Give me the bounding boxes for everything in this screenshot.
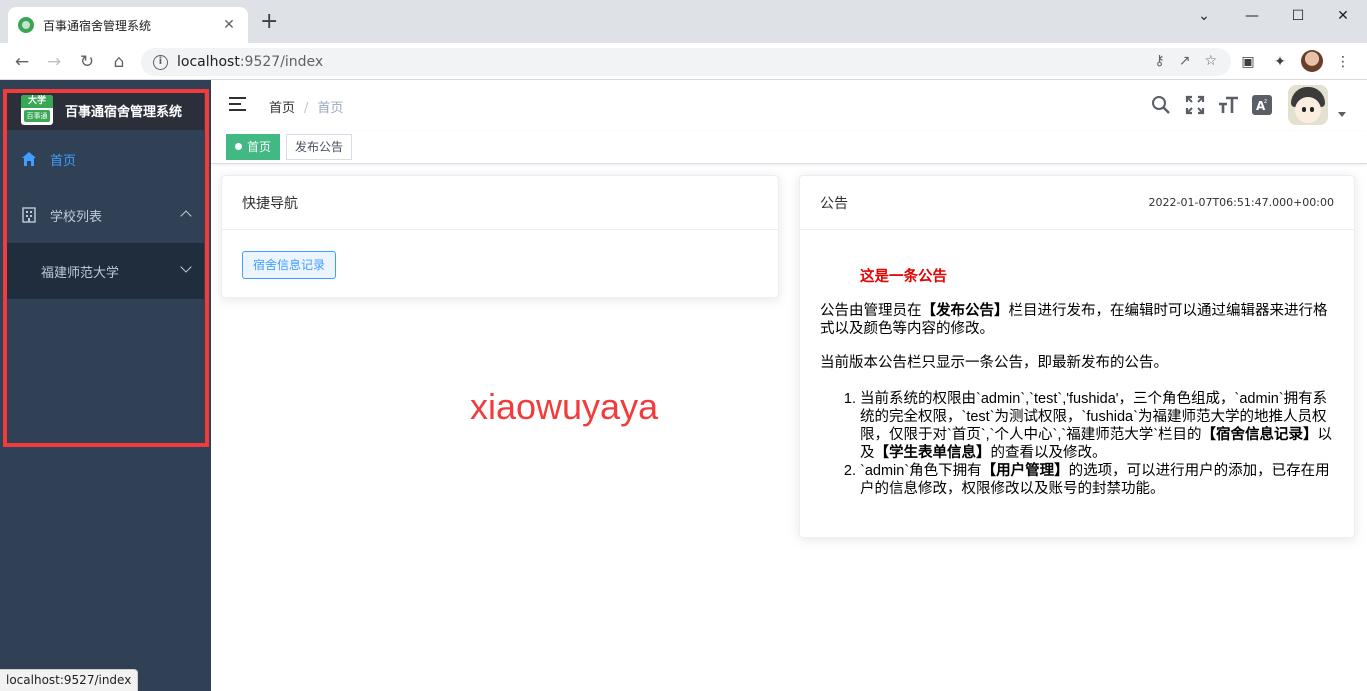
status-bar-url: localhost:9527/index [0, 669, 139, 691]
chevron-down-icon [180, 261, 192, 273]
breadcrumb-item[interactable]: 首页 [269, 101, 295, 116]
minimize-button[interactable]: — [1232, 4, 1272, 28]
logo-image: 大学 百事通 [21, 95, 53, 125]
active-dot-icon [235, 143, 242, 150]
notice-paragraph: 公告由管理员在【发布公告】栏目进行发布，在编辑时可以通过编辑器来进行格式以及颜色… [820, 303, 1328, 337]
hamburger-icon[interactable] [229, 97, 246, 111]
key-icon[interactable]: ⚷ [1154, 53, 1164, 69]
notice-content: 这是一条公告 公告由管理员在【发布公告】栏目进行发布，在编辑时可以通过编辑器来进… [800, 268, 1354, 498]
browser-tabstrip: 百事通宿舍管理系统 ✕ + ⌄ — ☐ ✕ [0, 0, 1367, 43]
breadcrumb-item: 首页 [317, 101, 344, 116]
card-title: 公告 [820, 195, 848, 212]
dorm-records-button[interactable]: 宿舍信息记录 [242, 251, 337, 279]
notice-list: 当前系统的权限由`admin`,`test`,'fushida'，三个角色组成，… [820, 390, 1334, 498]
home-button-icon[interactable]: ⌂ [107, 50, 131, 74]
extension-app-icon[interactable]: ▣ [1240, 54, 1256, 70]
fullscreen-icon[interactable] [1185, 95, 1205, 115]
browser-toolbar: ← → ↻ ⌂ i localhost:9527/index ⚷ ↗ ☆ ▣ ✦… [0, 43, 1367, 80]
reload-icon[interactable]: ↻ [75, 50, 99, 74]
bookmark-star-icon[interactable]: ☆ [1204, 53, 1217, 69]
extensions-puzzle-icon[interactable]: ✦ [1272, 54, 1288, 70]
card-title: 快捷导航 [242, 195, 298, 212]
address-bar[interactable]: i localhost:9527/index ⚷ ↗ ☆ [141, 48, 1231, 76]
notice-date: 2022-01-07T06:51:47.000+00:00 [1148, 196, 1334, 209]
watermark-text: xiaowuyaya [470, 386, 659, 427]
browser-menu-icon[interactable]: ⋮ [1335, 54, 1351, 70]
navbar: 首页 / 首页 Az [211, 80, 1367, 131]
quick-nav-card: 快捷导航 宿舍信息记录 [221, 175, 779, 298]
sidebar-title: 百事通宿舍管理系统 [65, 104, 183, 120]
sidebar-item-label: 福建师范大学 [41, 265, 120, 281]
share-icon[interactable]: ↗ [1179, 53, 1191, 69]
site-favicon-icon [18, 17, 34, 33]
tab-search-icon[interactable]: ⌄ [1184, 4, 1224, 28]
building-icon [22, 207, 36, 223]
chevron-up-icon [180, 210, 192, 222]
sidebar-item-home[interactable]: 首页 [7, 131, 204, 187]
tag-publish-notice[interactable]: 发布公告 [286, 134, 353, 160]
back-icon[interactable]: ← [10, 50, 34, 74]
browser-tab[interactable]: 百事通宿舍管理系统 ✕ [8, 7, 248, 43]
breadcrumb: 首页 / 首页 [269, 101, 344, 116]
tab-close-icon[interactable]: ✕ [220, 17, 238, 33]
sidebar-item-label: 学校列表 [50, 209, 103, 225]
notice-paragraph: 当前版本公告栏只显示一条公告，即最新发布的公告。 [820, 355, 1168, 371]
list-item: 当前系统的权限由`admin`,`test`,'fushida'，三个角色组成，… [860, 390, 1334, 462]
card-header: 公告 2022-01-07T06:51:47.000+00:00 [800, 176, 1354, 230]
site-info-icon[interactable]: i [153, 54, 168, 70]
search-icon[interactable] [1151, 95, 1171, 115]
tab-title: 百事通宿舍管理系统 [43, 18, 152, 33]
card-header: 快捷导航 [222, 176, 778, 230]
user-avatar[interactable] [1288, 85, 1328, 125]
caret-down-icon[interactable] [1338, 112, 1346, 117]
font-size-icon[interactable] [1218, 95, 1240, 115]
url-text: localhost:9527/index [177, 54, 324, 70]
maximize-button[interactable]: ☐ [1278, 4, 1318, 28]
sidebar-item-fjnu[interactable]: 福建师范大学 [7, 243, 204, 299]
tag-home[interactable]: 首页 [226, 134, 281, 160]
svg-text:z: z [1264, 98, 1267, 105]
notice-card: 公告 2022-01-07T06:51:47.000+00:00 这是一条公告 … [799, 175, 1355, 538]
close-window-button[interactable]: ✕ [1323, 4, 1363, 28]
sidebar-logo[interactable]: 大学 百事通 百事通宿舍管理系统 [7, 90, 204, 130]
forward-icon[interactable]: → [42, 50, 66, 74]
translate-icon[interactable]: Az [1252, 95, 1272, 115]
sidebar-item-label: 首页 [50, 153, 77, 169]
home-icon [22, 152, 36, 166]
profile-avatar[interactable] [1301, 50, 1323, 72]
tags-view: 首页 发布公告 [211, 131, 1367, 164]
new-tab-button[interactable]: + [260, 11, 278, 33]
list-item: `admin`角色下拥有【用户管理】的选项，可以进行用户的添加，已存在用户的信息… [860, 462, 1334, 498]
sidebar-item-school-list[interactable]: 学校列表 [7, 187, 204, 243]
notice-heading: 这是一条公告 [860, 269, 947, 285]
